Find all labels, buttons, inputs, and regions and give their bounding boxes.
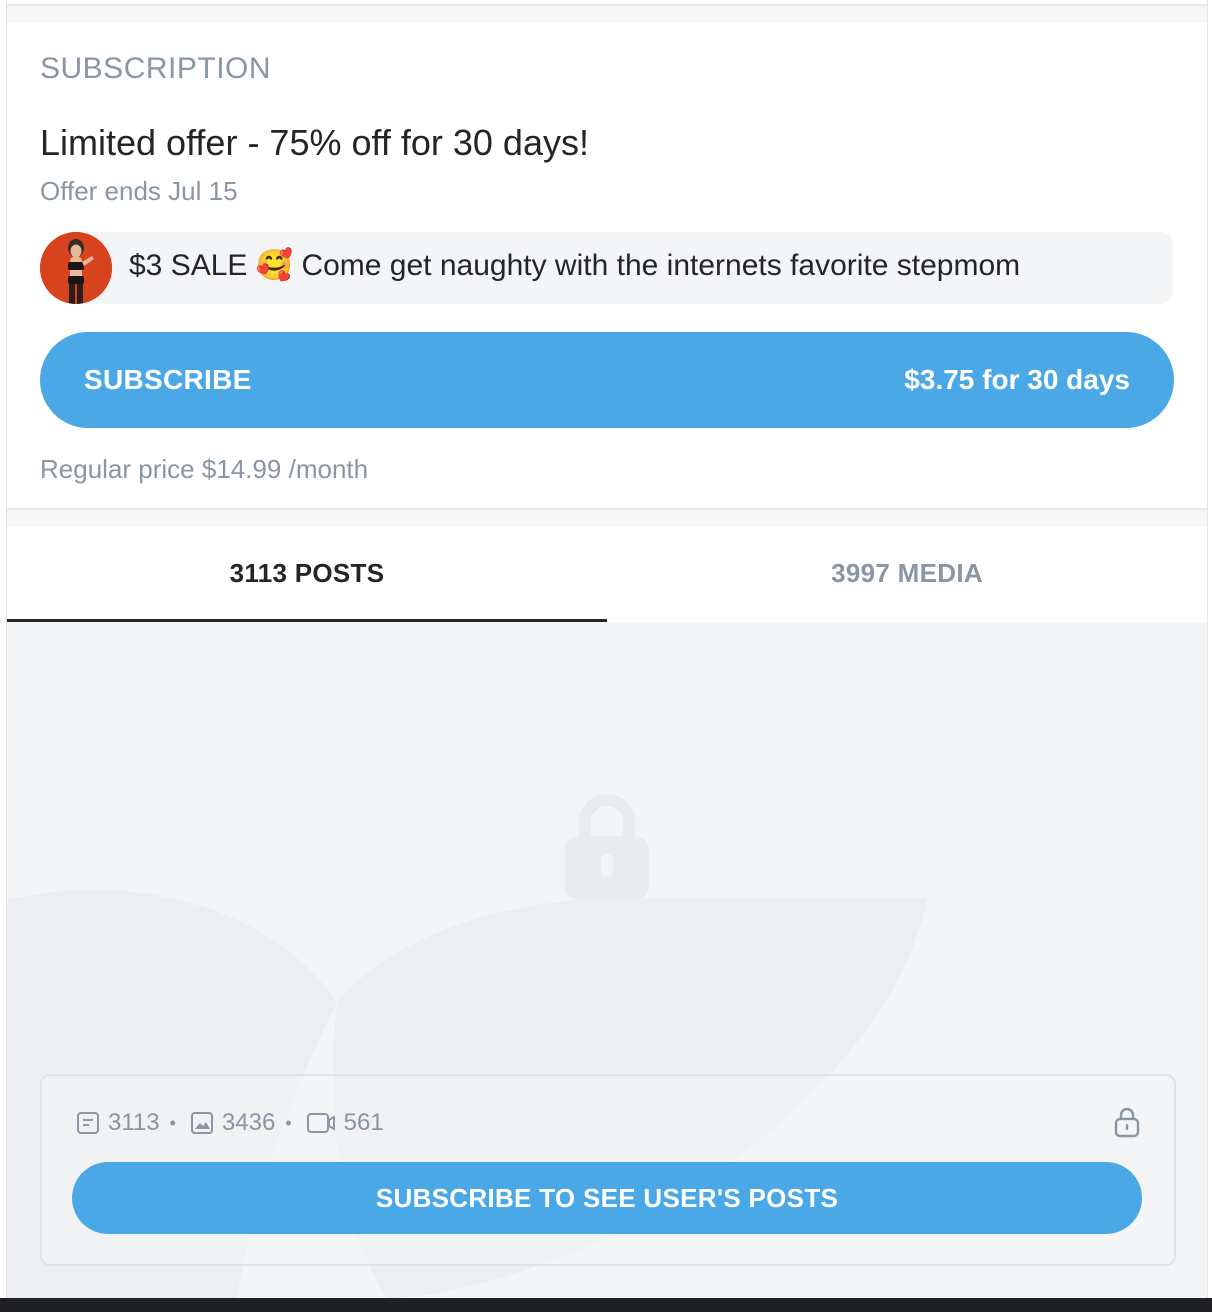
offer-title: Limited offer - 75% off for 30 days! bbox=[40, 122, 589, 163]
avatar-image bbox=[40, 232, 112, 304]
tab-posts[interactable]: 3113 POSTS bbox=[7, 526, 607, 623]
lock-icon bbox=[1114, 1106, 1140, 1143]
subscribe-to-see-posts-button[interactable]: SUBSCRIBE TO SEE USER'S POSTS bbox=[72, 1162, 1142, 1234]
stats-separator: • bbox=[285, 1112, 292, 1133]
videos-count: 561 bbox=[343, 1109, 384, 1136]
top-strip bbox=[7, 0, 1207, 22]
photo-icon bbox=[190, 1111, 214, 1135]
subscribe-button-price: $3.75 for 30 days bbox=[904, 364, 1130, 395]
locked-content-area: 3113 • 3436 • 561 SUBSCRIBE TO SEE USER'… bbox=[7, 622, 1207, 1298]
tab-media[interactable]: 3997 MEDIA bbox=[607, 526, 1207, 622]
promo-message-bubble: $3 SALE 🥰 Come get naughty with the inte… bbox=[77, 232, 1173, 304]
locked-posts-card: 3113 • 3436 • 561 SUBSCRIBE TO SEE USER'… bbox=[40, 1074, 1176, 1266]
regular-price: Regular price $14.99 /month bbox=[40, 454, 369, 484]
promo-message: $3 SALE 🥰 Come get naughty with the inte… bbox=[129, 249, 1021, 282]
top-gap bbox=[7, 6, 1207, 22]
subscription-section: SUBSCRIPTION Limited offer - 75% off for… bbox=[7, 22, 1207, 508]
avatar[interactable] bbox=[40, 232, 112, 304]
bottom-bar bbox=[0, 1298, 1212, 1312]
photos-count: 3436 bbox=[221, 1109, 276, 1136]
lock-icon bbox=[565, 794, 649, 900]
stats-separator: • bbox=[169, 1112, 176, 1133]
posts-count: 3113 bbox=[108, 1109, 160, 1136]
profile-content: SUBSCRIPTION Limited offer - 75% off for… bbox=[6, 0, 1208, 1298]
content-stats: 3113 • 3436 • 561 bbox=[76, 1106, 394, 1140]
tab-media-label: 3997 MEDIA bbox=[831, 558, 983, 588]
profile-tabs: 3113 POSTS 3997 MEDIA bbox=[7, 526, 1207, 623]
subscribe-button-label: SUBSCRIBE bbox=[84, 364, 252, 395]
video-icon bbox=[306, 1111, 336, 1135]
section-gap bbox=[7, 510, 1207, 526]
subscription-heading: SUBSCRIPTION bbox=[40, 52, 272, 85]
tab-posts-label: 3113 POSTS bbox=[229, 558, 385, 588]
offer-ends: Offer ends Jul 15 bbox=[40, 176, 238, 206]
posts-icon bbox=[76, 1111, 100, 1135]
subscribe-button[interactable]: SUBSCRIBE $3.75 for 30 days bbox=[40, 332, 1174, 428]
